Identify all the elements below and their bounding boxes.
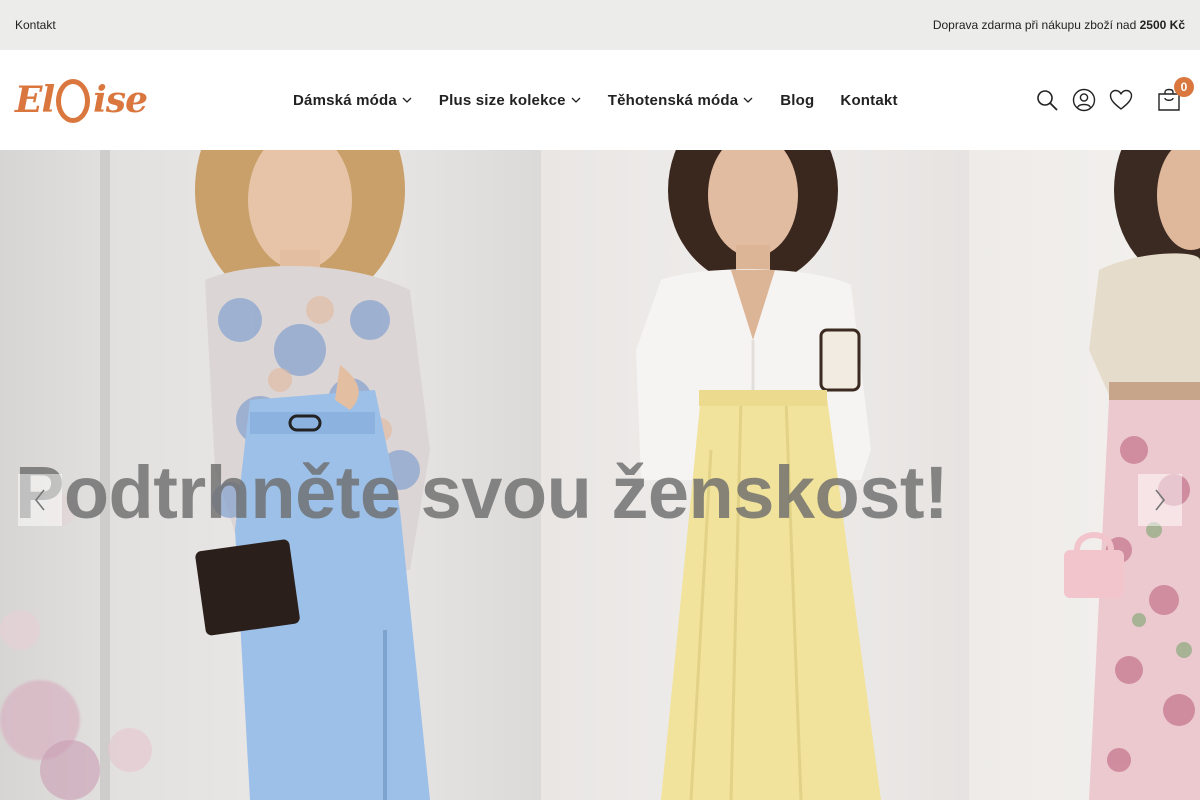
nav-item-kontakt[interactable]: Kontakt <box>840 92 897 109</box>
hero-slider: Podtrhněte svou ženskost! <box>0 150 1200 800</box>
wishlist-button[interactable] <box>1108 87 1134 113</box>
nav-item-plus-size[interactable]: Plus size kolekce <box>439 92 582 109</box>
slider-prev-button[interactable] <box>18 474 62 526</box>
nav-item-blog[interactable]: Blog <box>780 92 814 109</box>
eloise-logo[interactable]: El ise <box>15 76 167 124</box>
hero-headline: Podtrhněte svou ženskost! <box>15 451 949 534</box>
logo-text-right: ise <box>93 79 148 121</box>
shipping-amount: 2500 Kč <box>1139 18 1185 32</box>
nav-item-tehotenska-moda[interactable]: Těhotenská móda <box>608 92 755 109</box>
cart-count-badge: 0 <box>1174 77 1194 97</box>
logo-text-left: El <box>15 79 55 121</box>
topbar-contact-link[interactable]: Kontakt <box>15 18 56 32</box>
slider-next-button[interactable] <box>1138 474 1182 526</box>
chevron-down-icon <box>743 97 753 103</box>
chevron-left-icon <box>34 489 45 511</box>
chevron-right-icon <box>1155 489 1166 511</box>
nav-label: Těhotenská móda <box>607 91 739 109</box>
cart-button[interactable]: 0 <box>1156 77 1194 113</box>
nav-item-damska-moda[interactable]: Dámská móda <box>293 92 413 109</box>
heart-icon <box>1109 89 1133 110</box>
header-icons: 0 <box>1023 50 1194 150</box>
chevron-down-icon <box>402 97 412 103</box>
nav-label: Dámská móda <box>293 91 397 109</box>
search-icon <box>1037 90 1058 111</box>
nav-label: Blog <box>780 91 815 109</box>
user-icon <box>1072 88 1096 112</box>
main-navigation: Dámská móda Plus size kolekce Těhotenská… <box>293 50 898 150</box>
nav-label: Plus size kolekce <box>438 91 566 109</box>
logo-ring <box>56 79 91 123</box>
chevron-down-icon <box>571 97 581 103</box>
site-header: El ise Dámská móda Plus size kolekce Těh… <box>0 50 1200 150</box>
free-shipping-notice: Doprava zdarma při nákupu zboží nad 2500… <box>933 18 1185 32</box>
shipping-text: Doprava zdarma při nákupu zboží nad <box>932 18 1137 32</box>
top-bar: Kontakt Doprava zdarma při nákupu zboží … <box>0 0 1200 50</box>
account-button[interactable] <box>1071 87 1097 113</box>
nav-label: Kontakt <box>840 91 898 109</box>
search-button[interactable] <box>1034 87 1060 113</box>
